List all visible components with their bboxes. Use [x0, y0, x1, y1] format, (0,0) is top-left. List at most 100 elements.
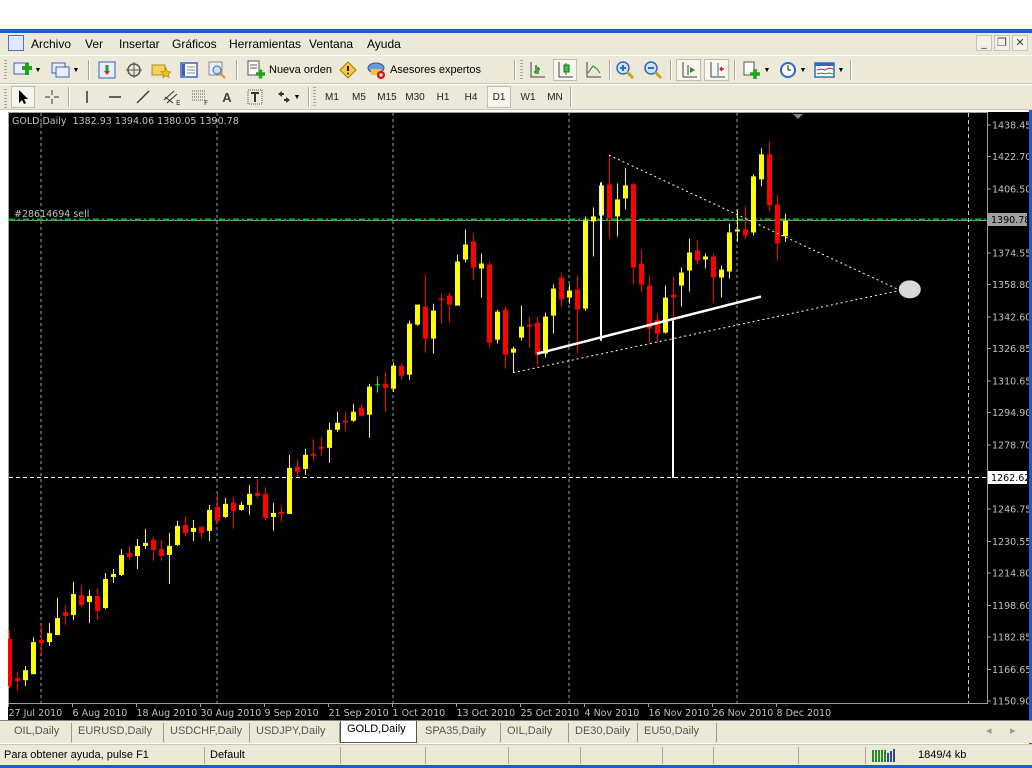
indicators-button[interactable]: ▼ [812, 59, 846, 81]
expert-advisors-button[interactable]: Asesores expertos [364, 59, 484, 81]
tab-scroll-left-icon[interactable]: ◂ [986, 724, 992, 737]
candle [495, 309, 500, 344]
candle [679, 267, 684, 307]
timeframe-h1[interactable]: H1 [431, 86, 455, 108]
timeframe-m30[interactable]: M30 [402, 86, 428, 108]
metaeditor-button[interactable] [337, 59, 359, 81]
cursor-button[interactable] [11, 86, 35, 108]
tab-oil-daily[interactable]: OIL,Daily [8, 723, 72, 742]
menu-ayuda[interactable]: Ayuda [367, 37, 401, 51]
market-watch-button[interactable] [96, 59, 118, 81]
timeframe-w1[interactable]: W1 [516, 86, 540, 108]
new-order-label: Nueva orden [269, 64, 332, 76]
candle [47, 623, 52, 647]
tab-spa35-daily[interactable]: SPA35,Daily [419, 723, 501, 742]
auto-scroll-button[interactable] [676, 59, 701, 81]
new-order-button[interactable]: Nueva orden [244, 59, 334, 81]
chevron-down-icon: ▼ [72, 66, 80, 74]
status-help-text: Para obtener ayuda, pulse F1 [4, 749, 149, 761]
menu-insertar[interactable]: Insertar [119, 37, 160, 51]
candle-body [671, 294, 676, 298]
arrows-button[interactable]: ▼ [272, 86, 304, 108]
candle [391, 362, 396, 392]
toolbar-grip[interactable] [520, 60, 523, 80]
chart-window-icon[interactable] [8, 35, 24, 51]
text-label-button[interactable] [244, 86, 266, 108]
toolbar-grip[interactable] [4, 60, 7, 80]
tab-eu50-daily[interactable]: EU50,Daily [638, 723, 717, 742]
candle [215, 493, 220, 521]
templates-button[interactable]: ▼ [740, 59, 772, 81]
tab-eurusd-daily[interactable]: EURUSD,Daily [72, 723, 164, 742]
timeframe-m1[interactable]: M1 [320, 86, 344, 108]
trendline-button[interactable] [132, 86, 154, 108]
candle-body [439, 298, 444, 301]
new-chart-button[interactable]: ▼ [10, 59, 44, 81]
horizontal-line-button[interactable] [104, 86, 126, 108]
chart-shift-marker-icon[interactable] [793, 114, 803, 119]
timeframe-m15[interactable]: M15 [374, 86, 400, 108]
equidistant-channel-button[interactable]: E [160, 86, 184, 108]
menu-ventana[interactable]: Ventana [309, 37, 353, 51]
tab-oil-daily-2[interactable]: OIL,Daily [501, 723, 569, 742]
crosshair-button[interactable] [41, 86, 63, 108]
timeframe-h4[interactable]: H4 [459, 86, 483, 108]
timeframe-d1[interactable]: D1 [487, 86, 511, 108]
candle [431, 303, 436, 354]
menu-herramientas[interactable]: Herramientas [229, 37, 301, 51]
zoom-in-button[interactable] [614, 59, 636, 81]
tab-usdjpy-daily[interactable]: USDJPY,Daily [250, 723, 340, 742]
candlestick-button[interactable] [553, 59, 577, 81]
profiles-button[interactable]: ▼ [48, 59, 82, 81]
candle [535, 316, 540, 366]
data-window-button[interactable] [123, 59, 145, 81]
strategy-tester-icon [208, 61, 226, 79]
x-tick-label: 18 Aug 2010 [137, 708, 198, 719]
tab-de30-daily[interactable]: DE30,Daily [569, 723, 638, 742]
bar-chart-button[interactable] [526, 59, 548, 81]
connection-status-icon[interactable] [872, 748, 896, 762]
tab-gold-daily[interactable]: GOLD,Daily [340, 721, 417, 743]
menu-archivo[interactable]: Archivo [31, 37, 71, 51]
candle-body [15, 678, 20, 682]
chart-canvas[interactable]: 1438.45 1422.70 1406.50 1374.55 1358.80 1342.… [8, 112, 1029, 720]
close-button[interactable]: ✕ [1012, 35, 1028, 51]
line-chart-button[interactable] [582, 59, 604, 81]
candle-body [191, 527, 196, 532]
menu-graficos[interactable]: Gráficos [172, 37, 217, 51]
toolbar-separator [68, 87, 70, 107]
zoom-out-button[interactable] [642, 59, 664, 81]
triangle-lower-line [512, 289, 901, 374]
vertical-line-button[interactable] [76, 86, 98, 108]
toolbar-grip[interactable] [4, 89, 7, 109]
tab-usdchf-daily[interactable]: USDCHF,Daily [164, 723, 250, 742]
strategy-tester-button[interactable] [206, 59, 228, 81]
candle [687, 238, 692, 292]
toolbar-grip[interactable] [313, 87, 316, 107]
navigator-button[interactable] [150, 59, 172, 81]
menu-ver[interactable]: Ver [85, 37, 103, 51]
candle [591, 207, 596, 257]
fibonacci-button[interactable]: F [188, 86, 212, 108]
x-tick-label: 6 Aug 2010 [73, 708, 128, 719]
candle-body [55, 618, 60, 636]
candle-body [151, 539, 156, 550]
terminal-button[interactable] [178, 59, 200, 81]
candle [143, 528, 148, 549]
y-tick-label: 1278.70 [992, 441, 1029, 452]
timeframe-m5[interactable]: M5 [347, 86, 371, 108]
timeframe-mn[interactable]: MN [543, 86, 567, 108]
candle [479, 253, 484, 298]
candle-body [647, 285, 652, 329]
restore-button[interactable]: ❐ [994, 35, 1010, 51]
chart-shift-button[interactable] [704, 59, 729, 81]
periods-button[interactable]: ▼ [776, 59, 808, 81]
status-separator [713, 747, 714, 764]
candle [631, 182, 636, 285]
tab-scroll-right-icon[interactable]: ▸ [1010, 724, 1016, 737]
minimize-button[interactable]: _ [976, 35, 992, 51]
candle-body [207, 509, 212, 531]
text-button[interactable]: A [216, 86, 238, 108]
price-chart[interactable]: 1438.45 1422.70 1406.50 1374.55 1358.80 1342.… [8, 112, 1029, 720]
vertical-line-icon [86, 91, 88, 103]
